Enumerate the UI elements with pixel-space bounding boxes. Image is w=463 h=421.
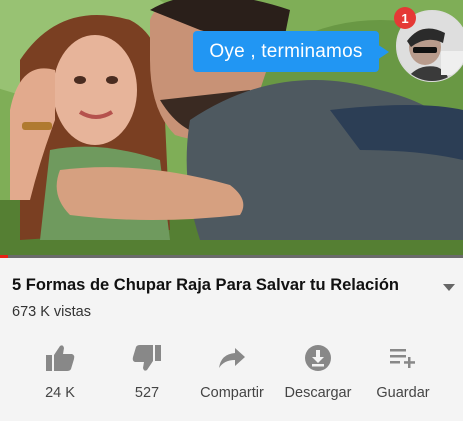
save-button[interactable]: Guardar — [373, 340, 433, 410]
thumbs-up-icon — [46, 345, 75, 371]
share-icon — [219, 348, 245, 368]
view-count: 673 K vistas — [12, 304, 91, 320]
like-button[interactable]: 24 K — [38, 340, 82, 410]
video-player[interactable]: Oye , terminamos 1 — [0, 0, 463, 258]
download-button[interactable]: Descargar — [282, 340, 354, 410]
download-icon — [305, 345, 331, 371]
thumbs-down-icon — [132, 345, 161, 371]
message-bubble: Oye , terminamos — [193, 31, 379, 72]
playlist-add-icon — [390, 349, 415, 368]
progress-bar[interactable] — [0, 255, 463, 258]
message-bubble-tail — [377, 44, 389, 60]
notification-badge: 1 — [394, 7, 416, 29]
expand-chevron-down-icon[interactable] — [442, 283, 456, 293]
share-button[interactable]: Compartir — [196, 340, 268, 410]
dislike-button[interactable]: 527 — [125, 340, 169, 410]
like-count: 24 K — [45, 385, 75, 401]
share-label: Compartir — [200, 385, 264, 401]
video-title: 5 Formas de Chupar Raja Para Salvar tu R… — [12, 276, 399, 294]
download-label: Descargar — [284, 385, 352, 401]
save-label: Guardar — [376, 385, 430, 401]
action-bar: 24 K 527 Compartir Descargar Guardar — [0, 340, 463, 410]
dislike-count: 527 — [134, 385, 160, 401]
progress-bar-fill — [0, 255, 8, 258]
